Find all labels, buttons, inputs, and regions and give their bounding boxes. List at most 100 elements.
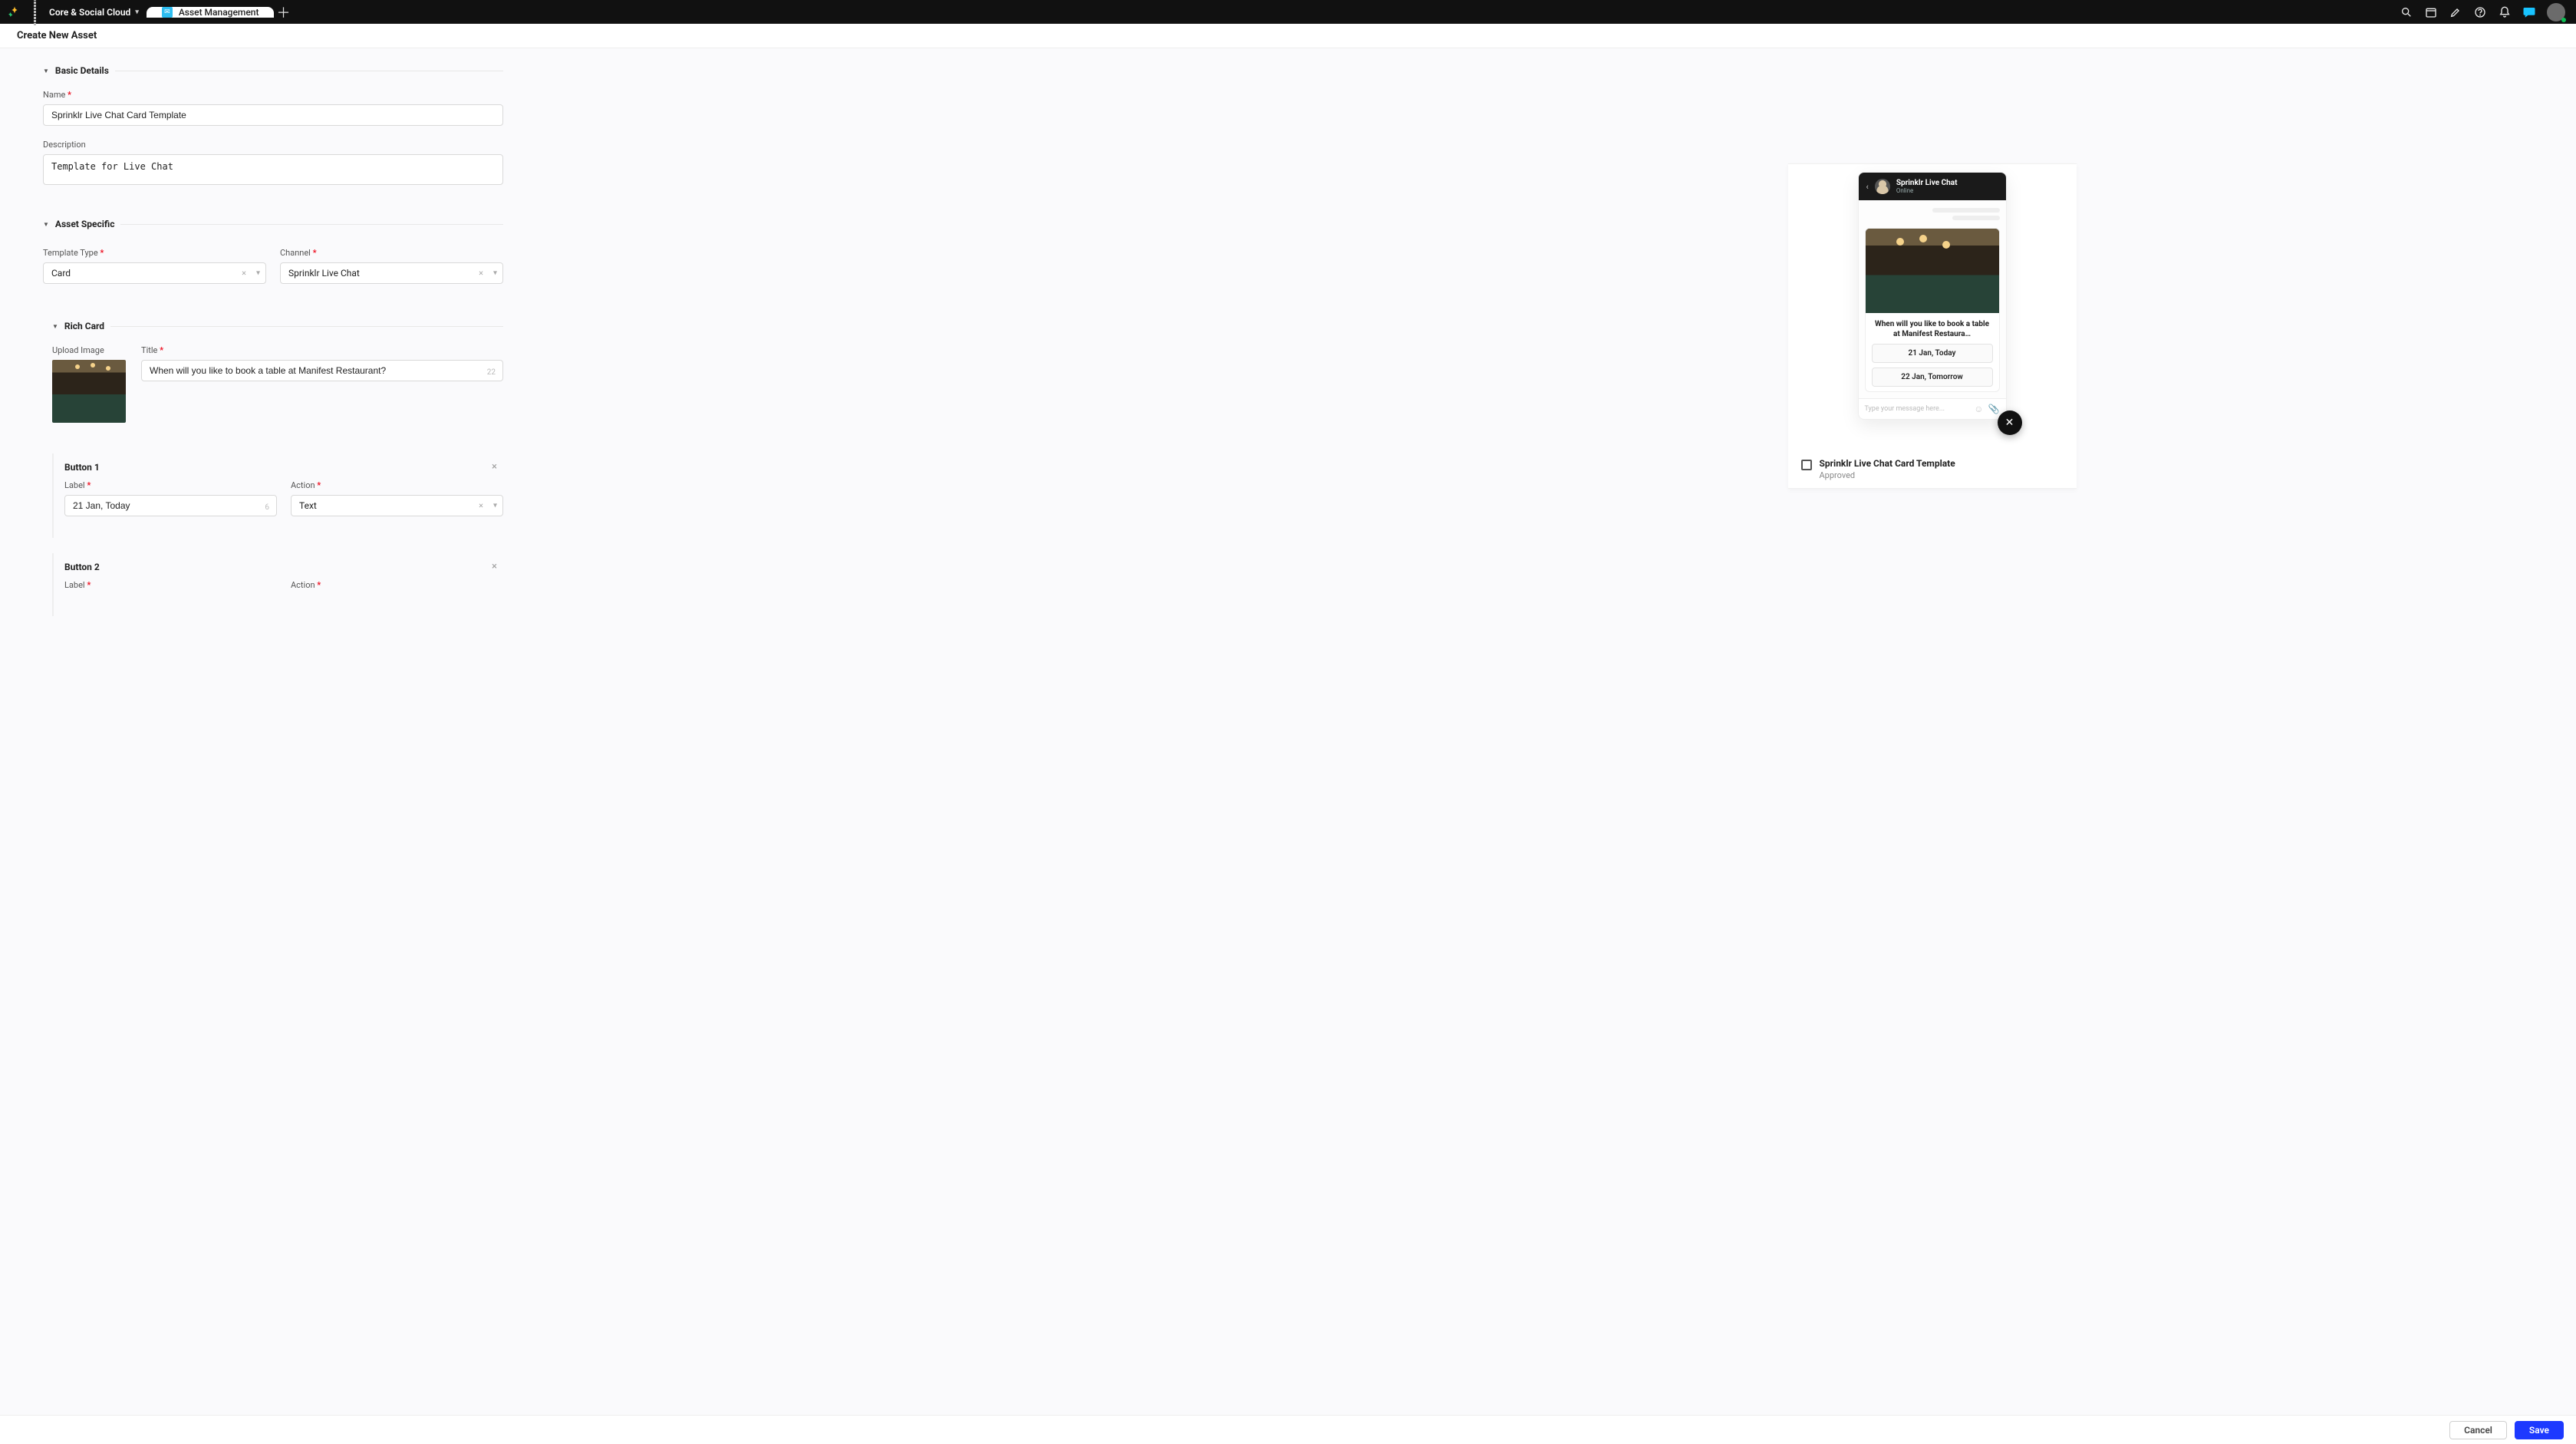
message-stub — [1952, 216, 2000, 220]
chevron-down-icon: ▾ — [135, 8, 139, 16]
button-group-1: Button 1 × Label 6 Action Text — [52, 453, 503, 538]
chat-widget-preview: ‹ Sprinklr Live Chat Online When will yo… — [1858, 172, 2007, 420]
save-button[interactable]: Save — [2515, 1421, 2564, 1439]
card-button-2[interactable]: 22 Jan, Tomorrow — [1872, 368, 1993, 387]
chat-header: ‹ Sprinklr Live Chat Online — [1859, 173, 2006, 200]
chevron-down-icon: ▾ — [493, 502, 497, 510]
collapse-icon: ▼ — [52, 323, 58, 330]
clear-icon[interactable]: × — [242, 269, 246, 279]
field-button1-label: Label 6 — [64, 480, 277, 516]
button1-label-label: Label — [64, 480, 277, 490]
title-counter: 22 — [487, 368, 496, 377]
clear-icon[interactable]: × — [479, 269, 483, 279]
preview-column: ‹ Sprinklr Live Chat Online When will yo… — [1288, 48, 2576, 1415]
button1-label-input[interactable] — [64, 495, 277, 516]
image-thumbnail[interactable] — [52, 360, 126, 423]
field-name: Name — [43, 90, 503, 126]
close-icon[interactable]: ✕ — [1998, 410, 2022, 435]
apps-icon[interactable] — [28, 0, 41, 25]
button1-action-select[interactable]: Text — [291, 495, 503, 516]
field-template-type: Template Type Card × ▾ — [43, 248, 266, 284]
title-input[interactable] — [141, 360, 503, 381]
description-input[interactable] — [43, 154, 503, 185]
field-button1-action: Action Text × ▾ — [291, 480, 503, 516]
divider — [110, 326, 503, 327]
section-title: Rich Card — [64, 321, 104, 331]
field-button2-action: Action — [291, 580, 503, 595]
button1-heading: Button 1 — [64, 462, 100, 473]
button2-label-label: Label — [64, 580, 277, 590]
collapse-icon: ▼ — [43, 68, 49, 74]
cancel-button[interactable]: Cancel — [2449, 1421, 2507, 1439]
tab-asset-management[interactable]: ✉ Asset Management — [147, 7, 275, 18]
chat-status: Online — [1896, 187, 1958, 194]
title-label: Title — [141, 345, 503, 355]
button1-label-counter: 6 — [265, 503, 269, 512]
field-channel: Channel Sprinklr Live Chat × ▾ — [280, 248, 503, 284]
button-group-2: Button 2 × Label Action — [52, 553, 503, 616]
tab-icon: ✉ — [162, 7, 173, 18]
name-input[interactable] — [43, 104, 503, 126]
message-stub — [1932, 208, 2000, 213]
emoji-icon[interactable]: ☺ — [1974, 404, 1983, 414]
button2-heading: Button 2 — [64, 562, 100, 572]
button1-action-label: Action — [291, 480, 503, 490]
page-title-bar: Create New Asset — [0, 24, 2576, 48]
clear-icon[interactable]: × — [479, 501, 483, 511]
page-title: Create New Asset — [17, 30, 97, 41]
cancel-label: Cancel — [2464, 1425, 2492, 1436]
section-rich-card[interactable]: ▼ Rich Card — [52, 321, 503, 331]
field-card-title: Title 22 — [141, 345, 503, 423]
back-icon[interactable]: ‹ — [1866, 182, 1869, 192]
divider — [120, 224, 503, 225]
preview-panel: ‹ Sprinklr Live Chat Online When will yo… — [1788, 163, 2077, 489]
bell-icon[interactable] — [2498, 5, 2512, 19]
cloud-label: Core & Social Cloud — [49, 7, 130, 18]
cloud-switcher[interactable]: Core & Social Cloud ▾ — [41, 7, 147, 18]
template-type-select[interactable]: Card — [43, 262, 266, 284]
card-button-1[interactable]: 21 Jan, Today — [1872, 344, 1993, 363]
chat-input-placeholder[interactable]: Type your message here... — [1865, 405, 1970, 413]
search-icon[interactable] — [2400, 5, 2413, 19]
section-asset-specific[interactable]: ▼ Asset Specific — [43, 219, 503, 229]
channel-label: Channel — [280, 248, 503, 258]
button1-action-value: Text — [299, 500, 317, 511]
help-icon[interactable] — [2473, 5, 2487, 19]
form-column: ▼ Basic Details Name Description ▼ Asset… — [0, 48, 1288, 1415]
channel-select[interactable]: Sprinklr Live Chat — [280, 262, 503, 284]
preview-asset-name: Sprinklr Live Chat Card Template — [1820, 458, 1955, 469]
chevron-down-icon: ▾ — [493, 269, 497, 278]
page-body: ▼ Basic Details Name Description ▼ Asset… — [0, 48, 2576, 1415]
template-type-label: Template Type — [43, 248, 266, 258]
tab-label: Asset Management — [179, 7, 259, 18]
card-image — [1866, 229, 1999, 313]
name-label: Name — [43, 90, 503, 100]
button2-action-label: Action — [291, 580, 503, 590]
topbar: Core & Social Cloud ▾ ✉ Asset Management… — [0, 0, 2576, 24]
user-avatar[interactable] — [2547, 3, 2565, 21]
remove-button-icon[interactable]: × — [492, 461, 497, 473]
edit-icon[interactable] — [2449, 5, 2462, 19]
preview-asset-status: Approved — [1820, 470, 1955, 480]
agent-avatar — [1875, 179, 1890, 194]
description-label: Description — [43, 140, 503, 150]
remove-button-icon[interactable]: × — [492, 561, 497, 572]
brand-logo[interactable] — [0, 5, 28, 19]
field-description: Description — [43, 140, 503, 188]
collapse-icon: ▼ — [43, 221, 49, 228]
calendar-icon[interactable] — [2424, 5, 2438, 19]
field-upload-image: Upload Image — [52, 345, 126, 423]
add-tab-button[interactable]: ＋ — [274, 2, 292, 22]
channel-value: Sprinklr Live Chat — [288, 268, 360, 279]
chevron-down-icon: ▾ — [256, 269, 260, 278]
card-preview: When will you like to book a table at Ma… — [1865, 228, 2000, 392]
chat-icon[interactable] — [2522, 5, 2536, 19]
chat-footer: Type your message here... ☺ 📎 — [1859, 398, 2006, 419]
save-label: Save — [2529, 1425, 2549, 1436]
topbar-right — [2400, 0, 2576, 24]
attachment-icon[interactable]: 📎 — [1988, 404, 2000, 414]
section-basic-details[interactable]: ▼ Basic Details — [43, 65, 503, 76]
template-type-value: Card — [51, 268, 71, 279]
preview-footer: Sprinklr Live Chat Card Template Approve… — [1790, 450, 2074, 488]
file-icon — [1801, 460, 1812, 470]
